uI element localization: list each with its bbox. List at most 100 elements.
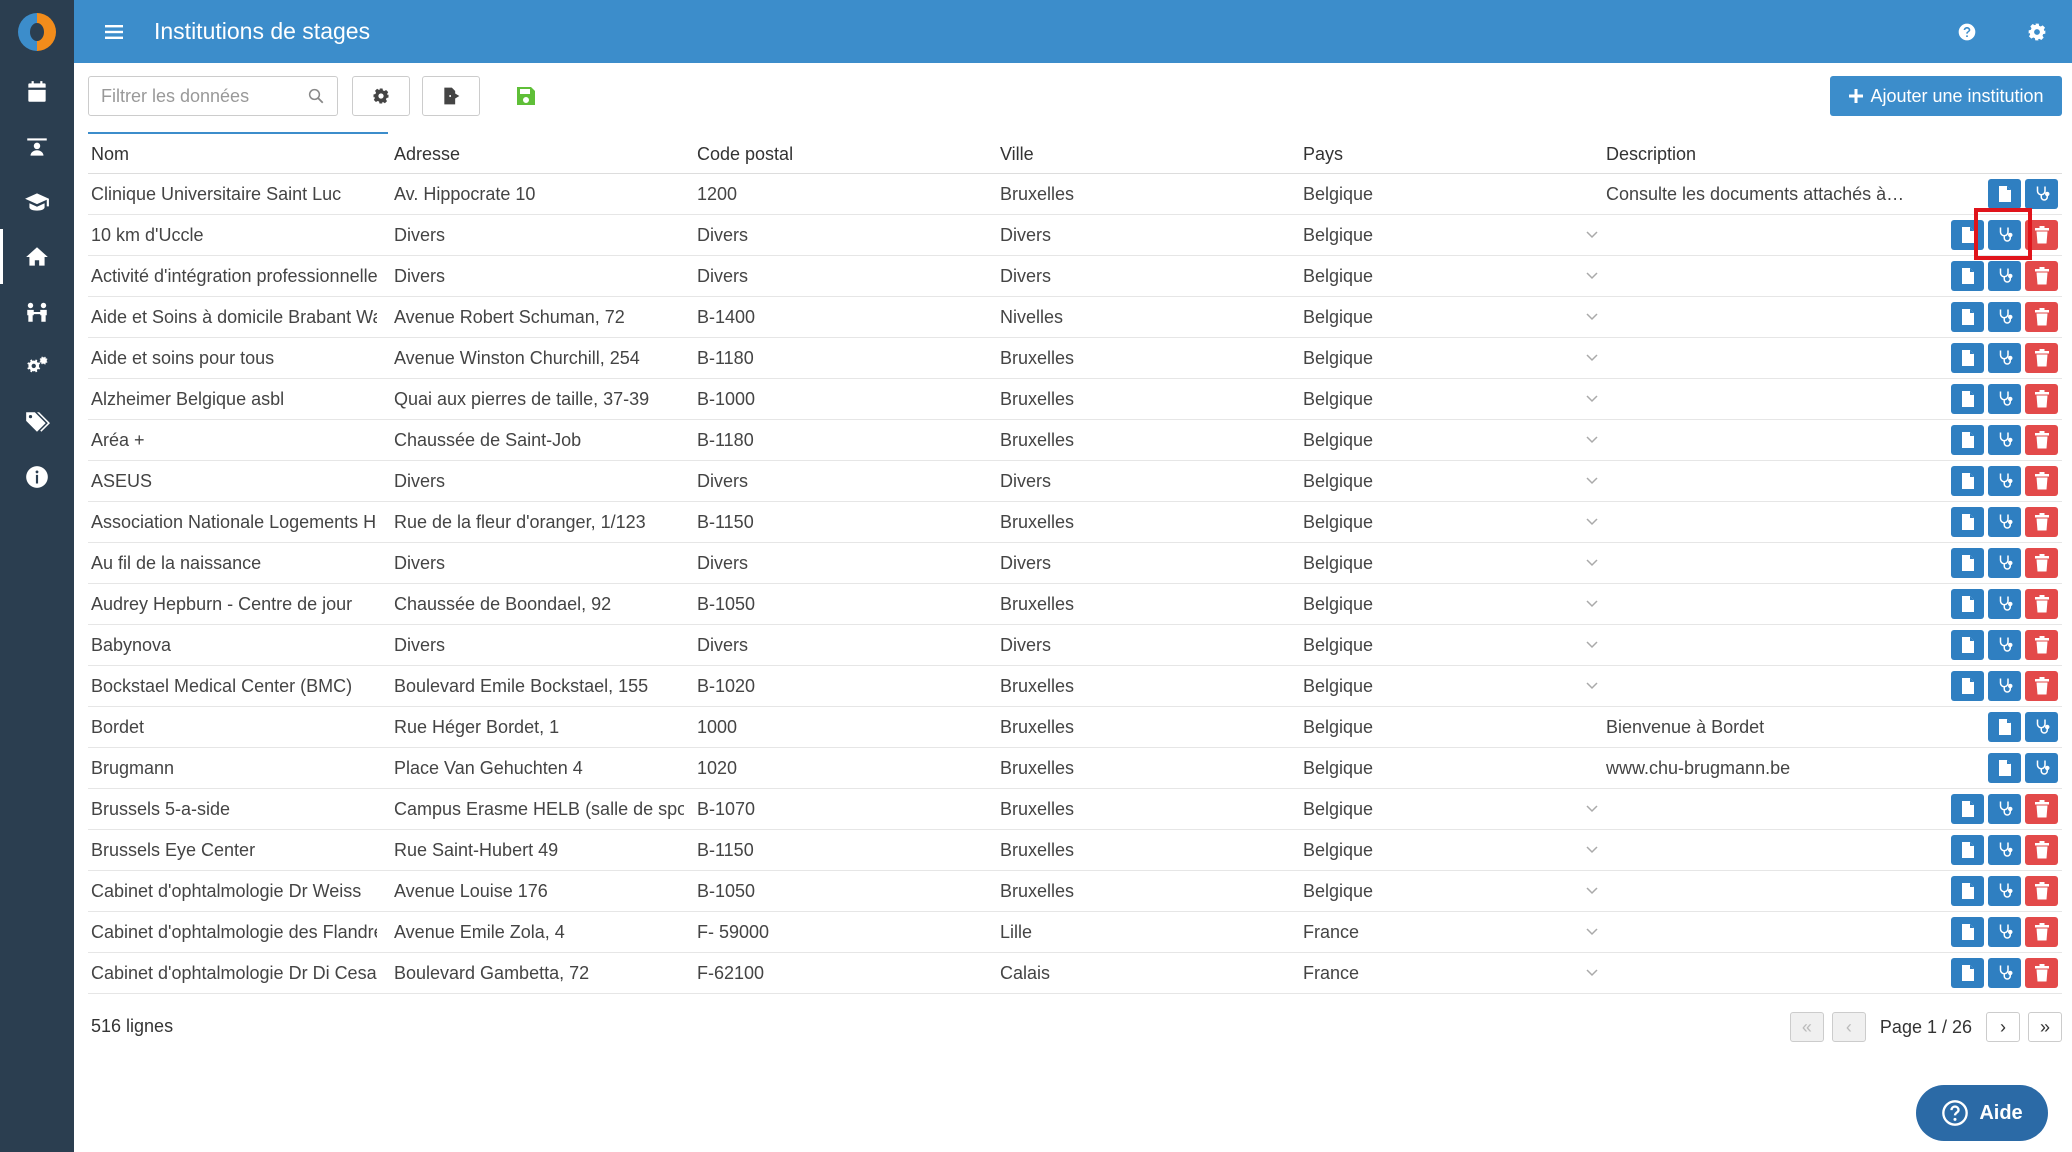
delete-button[interactable] bbox=[2025, 671, 2058, 701]
internship-places-button[interactable] bbox=[1988, 876, 2021, 906]
internship-places-button[interactable] bbox=[1988, 466, 2021, 496]
expand-description-toggle[interactable] bbox=[1584, 842, 1600, 858]
table-row[interactable]: Alzheimer Belgique asbl Quai aux pierres … bbox=[88, 379, 2062, 420]
documents-button[interactable] bbox=[1988, 179, 2021, 209]
documents-button[interactable] bbox=[1951, 876, 1984, 906]
delete-button[interactable] bbox=[2025, 466, 2058, 496]
nav-teachers[interactable] bbox=[0, 119, 74, 174]
menu-button[interactable] bbox=[74, 0, 154, 63]
internship-places-button[interactable] bbox=[1988, 343, 2021, 373]
table-row[interactable]: Cabinet d'ophtalmologie des Flandres Aven… bbox=[88, 912, 2062, 953]
expand-description-toggle[interactable] bbox=[1584, 391, 1600, 407]
internship-places-button[interactable] bbox=[1988, 425, 2021, 455]
help-button[interactable] bbox=[1932, 0, 2002, 63]
expand-description-toggle[interactable] bbox=[1584, 473, 1600, 489]
delete-button[interactable] bbox=[2025, 507, 2058, 537]
delete-button[interactable] bbox=[2025, 835, 2058, 865]
table-row[interactable]: Cabinet d'ophtalmologie Dr Di Cesare Boul… bbox=[88, 953, 2062, 994]
expand-description-toggle[interactable] bbox=[1584, 924, 1600, 940]
save-button[interactable] bbox=[506, 76, 546, 116]
table-row[interactable]: Au fil de la naissance Divers Divers Divers… bbox=[88, 543, 2062, 584]
table-row[interactable]: Aréa + Chaussée de Saint-Job B-1180 Bruxell… bbox=[88, 420, 2062, 461]
documents-button[interactable] bbox=[1951, 794, 1984, 824]
documents-button[interactable] bbox=[1951, 671, 1984, 701]
internship-places-button[interactable] bbox=[1988, 630, 2021, 660]
internship-places-button[interactable] bbox=[1988, 589, 2021, 619]
nav-settings[interactable] bbox=[0, 339, 74, 394]
table-row[interactable]: Activité d'intégration professionnelle Di… bbox=[88, 256, 2062, 297]
nav-calendar[interactable] bbox=[0, 64, 74, 119]
internship-places-button[interactable] bbox=[1988, 507, 2021, 537]
documents-button[interactable] bbox=[1951, 917, 1984, 947]
documents-button[interactable] bbox=[1951, 835, 1984, 865]
table-row[interactable]: Audrey Hepburn - Centre de jour Chaussée … bbox=[88, 584, 2062, 625]
internship-places-button[interactable] bbox=[2025, 712, 2058, 742]
internship-places-button[interactable] bbox=[1988, 794, 2021, 824]
table-row[interactable]: Aide et soins pour tous Avenue Winston Ch… bbox=[88, 338, 2062, 379]
expand-description-toggle[interactable] bbox=[1584, 309, 1600, 325]
delete-button[interactable] bbox=[2025, 261, 2058, 291]
delete-button[interactable] bbox=[2025, 589, 2058, 619]
documents-button[interactable] bbox=[1951, 630, 1984, 660]
table-row[interactable]: 10 km d'Uccle Divers Divers Divers Belgique bbox=[88, 208, 2062, 260]
export-button[interactable] bbox=[422, 76, 480, 116]
first-page-button[interactable]: « bbox=[1789, 1012, 1824, 1042]
previous-page-button[interactable]: ‹ bbox=[1831, 1012, 1866, 1042]
search-input[interactable] bbox=[101, 85, 301, 107]
next-page-button[interactable]: › bbox=[1986, 1012, 2020, 1042]
delete-button[interactable] bbox=[2025, 302, 2058, 332]
documents-button[interactable] bbox=[1951, 466, 1984, 496]
delete-button[interactable] bbox=[2025, 384, 2058, 414]
nav-groups[interactable] bbox=[0, 284, 74, 339]
table-row[interactable]: Brugmann Place Van Gehuchten 4 1020 Bruxell… bbox=[88, 748, 2062, 789]
help-widget-button[interactable]: Aide bbox=[1916, 1085, 2048, 1141]
table-row[interactable]: Clinique Universitaire Saint Luc Av. Hipp… bbox=[88, 174, 2062, 215]
documents-button[interactable] bbox=[1951, 261, 1984, 291]
internship-places-button[interactable] bbox=[2025, 753, 2058, 783]
internship-places-button[interactable] bbox=[2025, 179, 2058, 209]
table-row[interactable]: ASEUS Divers Divers Divers Belgique bbox=[88, 461, 2062, 502]
expand-description-toggle[interactable] bbox=[1584, 432, 1600, 448]
nav-tags[interactable] bbox=[0, 394, 74, 449]
documents-button[interactable] bbox=[1951, 343, 1984, 373]
settings-button[interactable] bbox=[2002, 0, 2072, 63]
table-row[interactable]: Bordet Rue Héger Bordet, 1 1000 Bruxelles Be… bbox=[88, 707, 2062, 748]
expand-description-toggle[interactable] bbox=[1584, 350, 1600, 366]
table-row[interactable]: Brussels 5-a-side Campus Erasme HELB (sal… bbox=[88, 789, 2062, 830]
documents-button[interactable] bbox=[1951, 589, 1984, 619]
documents-button[interactable] bbox=[1988, 753, 2021, 783]
grid-settings-button[interactable] bbox=[352, 76, 410, 116]
column-header-adresse[interactable]: Adresse bbox=[394, 144, 684, 165]
expand-description-toggle[interactable] bbox=[1584, 801, 1600, 817]
table-row[interactable]: Brussels Eye Center Rue Saint-Hubert 49 B-… bbox=[88, 830, 2062, 871]
table-row[interactable]: Association Nationale Logements Handicap… bbox=[88, 502, 2062, 543]
column-header-ville[interactable]: Ville bbox=[1000, 144, 1280, 165]
delete-button[interactable] bbox=[2025, 876, 2058, 906]
expand-description-toggle[interactable] bbox=[1584, 227, 1600, 243]
table-row[interactable]: Bockstael Medical Center (BMC) Boulevard … bbox=[88, 666, 2062, 707]
delete-button[interactable] bbox=[2025, 425, 2058, 455]
delete-button[interactable] bbox=[2025, 917, 2058, 947]
expand-description-toggle[interactable] bbox=[1584, 268, 1600, 284]
documents-button[interactable] bbox=[1951, 548, 1984, 578]
column-header-code-postal[interactable]: Code postal bbox=[697, 144, 977, 165]
table-row[interactable]: Aide et Soins à domicile Brabant Wallon A… bbox=[88, 297, 2062, 338]
internship-places-button[interactable] bbox=[1988, 384, 2021, 414]
column-header-nom[interactable]: Nom bbox=[91, 144, 377, 165]
expand-description-toggle[interactable] bbox=[1584, 596, 1600, 612]
documents-button[interactable] bbox=[1951, 507, 1984, 537]
nav-institutions[interactable] bbox=[0, 229, 74, 284]
documents-button[interactable] bbox=[1951, 384, 1984, 414]
expand-description-toggle[interactable] bbox=[1584, 965, 1600, 981]
column-header-pays[interactable]: Pays bbox=[1303, 144, 1583, 165]
documents-button[interactable] bbox=[1988, 712, 2021, 742]
internship-places-button[interactable] bbox=[1988, 835, 2021, 865]
expand-description-toggle[interactable] bbox=[1584, 555, 1600, 571]
column-header-description[interactable]: Description bbox=[1606, 144, 1906, 165]
table-row[interactable]: Babynova Divers Divers Divers Belgique bbox=[88, 625, 2062, 666]
internship-places-button[interactable] bbox=[1988, 302, 2021, 332]
add-institution-button[interactable]: Ajouter une institution bbox=[1830, 76, 2062, 116]
expand-description-toggle[interactable] bbox=[1584, 883, 1600, 899]
documents-button[interactable] bbox=[1951, 302, 1984, 332]
delete-button[interactable] bbox=[2025, 794, 2058, 824]
